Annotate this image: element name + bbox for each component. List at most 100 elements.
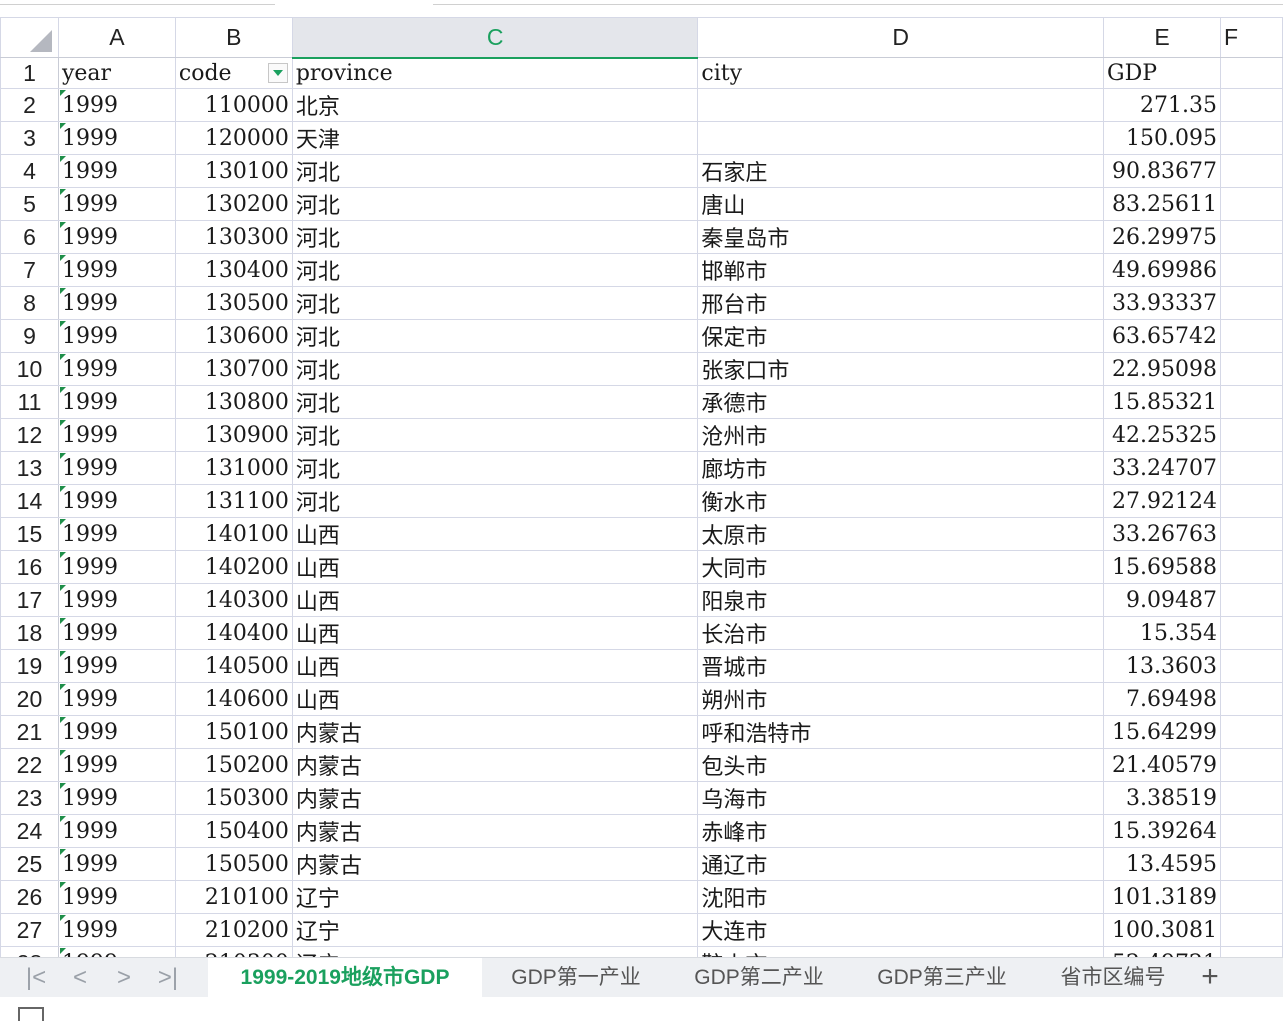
- cell-province[interactable]: 山西: [291, 550, 699, 584]
- cell-city[interactable]: 沧州市: [697, 418, 1105, 452]
- row-number[interactable]: 5: [0, 187, 59, 221]
- cell-province[interactable]: 北京: [291, 88, 699, 122]
- row-number[interactable]: 20: [0, 682, 59, 716]
- cell-city[interactable]: 唐山: [697, 187, 1105, 221]
- column-header-b[interactable]: B: [174, 17, 293, 58]
- cell-city[interactable]: 大连市: [697, 913, 1105, 947]
- last-sheet-icon[interactable]: >|: [148, 962, 188, 994]
- cell-gdp[interactable]: 15.69588: [1103, 550, 1222, 584]
- next-sheet-icon[interactable]: >: [104, 962, 144, 994]
- cell-gdp[interactable]: 9.09487: [1103, 583, 1222, 617]
- cell-code[interactable]: 150400: [174, 814, 293, 848]
- cell-code[interactable]: 120000: [174, 121, 293, 155]
- cell-empty[interactable]: [1220, 57, 1283, 89]
- cell-code[interactable]: 130300: [174, 220, 293, 254]
- cell-code[interactable]: 140500: [174, 649, 293, 683]
- cell-province[interactable]: 河北: [291, 385, 699, 419]
- row-number[interactable]: 21: [0, 715, 59, 749]
- cell-empty[interactable]: [1220, 385, 1283, 419]
- cell-city[interactable]: 太原市: [697, 517, 1105, 551]
- cell-city[interactable]: 邢台市: [697, 286, 1105, 320]
- cell-code[interactable]: 150100: [174, 715, 293, 749]
- cell-gdp[interactable]: 83.25611: [1103, 187, 1222, 221]
- cell-province[interactable]: 河北: [291, 418, 699, 452]
- cell-code[interactable]: 140400: [174, 616, 293, 650]
- cell-code[interactable]: 210200: [174, 913, 293, 947]
- cell-empty[interactable]: [1220, 484, 1283, 518]
- cell-year[interactable]: 1999: [57, 583, 176, 617]
- cell-empty[interactable]: [1220, 517, 1283, 551]
- cell-gdp[interactable]: 42.25325: [1103, 418, 1222, 452]
- cell-year[interactable]: 1999: [57, 748, 176, 782]
- cell-gdp[interactable]: 271.35: [1103, 88, 1222, 122]
- cell-year[interactable]: 1999: [57, 814, 176, 848]
- filter-dropdown-icon[interactable]: [267, 63, 288, 83]
- cell-gdp[interactable]: 150.095: [1103, 121, 1222, 155]
- cell-gdp[interactable]: 49.69986: [1103, 253, 1222, 287]
- cell-year[interactable]: 1999: [57, 880, 176, 914]
- cell-province[interactable]: 河北: [291, 484, 699, 518]
- cell-year[interactable]: 1999: [57, 286, 176, 320]
- cell-code[interactable]: 150300: [174, 781, 293, 815]
- cell-year[interactable]: 1999: [57, 253, 176, 287]
- cell-gdp-header[interactable]: GDP: [1103, 57, 1222, 89]
- cell-city[interactable]: 石家庄: [697, 154, 1105, 188]
- cell-province[interactable]: 山西: [291, 583, 699, 617]
- sheet-tab-region-codes[interactable]: 省市区编号: [1040, 958, 1186, 998]
- cell-province[interactable]: 山西: [291, 682, 699, 716]
- page-view-icon[interactable]: [18, 1007, 44, 1021]
- cell-gdp[interactable]: 7.69498: [1103, 682, 1222, 716]
- select-all-corner[interactable]: [0, 17, 59, 58]
- cell-year[interactable]: 1999: [57, 682, 176, 716]
- add-sheet-button[interactable]: +: [1192, 960, 1228, 996]
- cell-gdp[interactable]: 13.3603: [1103, 649, 1222, 683]
- prev-sheet-icon[interactable]: <: [60, 962, 100, 994]
- cell-empty[interactable]: [1220, 682, 1283, 716]
- cell-province[interactable]: 辽宁: [291, 946, 699, 957]
- cell-code[interactable]: 210100: [174, 880, 293, 914]
- cell-province[interactable]: 山西: [291, 616, 699, 650]
- cell-gdp[interactable]: 33.93337: [1103, 286, 1222, 320]
- cell-code[interactable]: 130700: [174, 352, 293, 386]
- cell-gdp[interactable]: 63.65742: [1103, 319, 1222, 353]
- cell-city[interactable]: 大同市: [697, 550, 1105, 584]
- row-number[interactable]: 8: [0, 286, 59, 320]
- cell-province[interactable]: 河北: [291, 187, 699, 221]
- cell-city[interactable]: 呼和浩特市: [697, 715, 1105, 749]
- cell-gdp[interactable]: 26.29975: [1103, 220, 1222, 254]
- cell-empty[interactable]: [1220, 946, 1283, 957]
- cell-city[interactable]: 长治市: [697, 616, 1105, 650]
- cell-city[interactable]: [697, 88, 1105, 122]
- cell-year[interactable]: 1999: [57, 847, 176, 881]
- cell-year[interactable]: 1999: [57, 715, 176, 749]
- column-header-e[interactable]: E: [1103, 17, 1222, 58]
- cell-province[interactable]: 山西: [291, 517, 699, 551]
- cell-year[interactable]: 1999: [57, 352, 176, 386]
- cell-empty[interactable]: [1220, 583, 1283, 617]
- row-number[interactable]: 11: [0, 385, 59, 419]
- cell-empty[interactable]: [1220, 814, 1283, 848]
- cell-year[interactable]: 1999: [57, 913, 176, 947]
- cell-empty[interactable]: [1220, 649, 1283, 683]
- cell-province[interactable]: 内蒙古: [291, 847, 699, 881]
- cell-code[interactable]: 130100: [174, 154, 293, 188]
- row-number[interactable]: 9: [0, 319, 59, 353]
- cell-city[interactable]: 包头市: [697, 748, 1105, 782]
- row-number[interactable]: 23: [0, 781, 59, 815]
- cell-city[interactable]: 秦皇岛市: [697, 220, 1105, 254]
- cell-year[interactable]: 1999: [57, 385, 176, 419]
- cell-code[interactable]: 140300: [174, 583, 293, 617]
- cell-year[interactable]: 1999: [57, 946, 176, 957]
- cell-year[interactable]: 1999: [57, 418, 176, 452]
- row-number[interactable]: 15: [0, 517, 59, 551]
- cell-empty[interactable]: [1220, 550, 1283, 584]
- cell-gdp[interactable]: 15.39264: [1103, 814, 1222, 848]
- cell-code[interactable]: 110000: [174, 88, 293, 122]
- row-number[interactable]: 28: [0, 946, 59, 957]
- cell-year[interactable]: 1999: [57, 484, 176, 518]
- cell-gdp[interactable]: 15.85321: [1103, 385, 1222, 419]
- cell-year[interactable]: 1999: [57, 517, 176, 551]
- column-header-d[interactable]: D: [697, 17, 1105, 58]
- cell-province[interactable]: 河北: [291, 451, 699, 485]
- sheet-tab-tertiary-industry[interactable]: GDP第三产业: [855, 958, 1029, 998]
